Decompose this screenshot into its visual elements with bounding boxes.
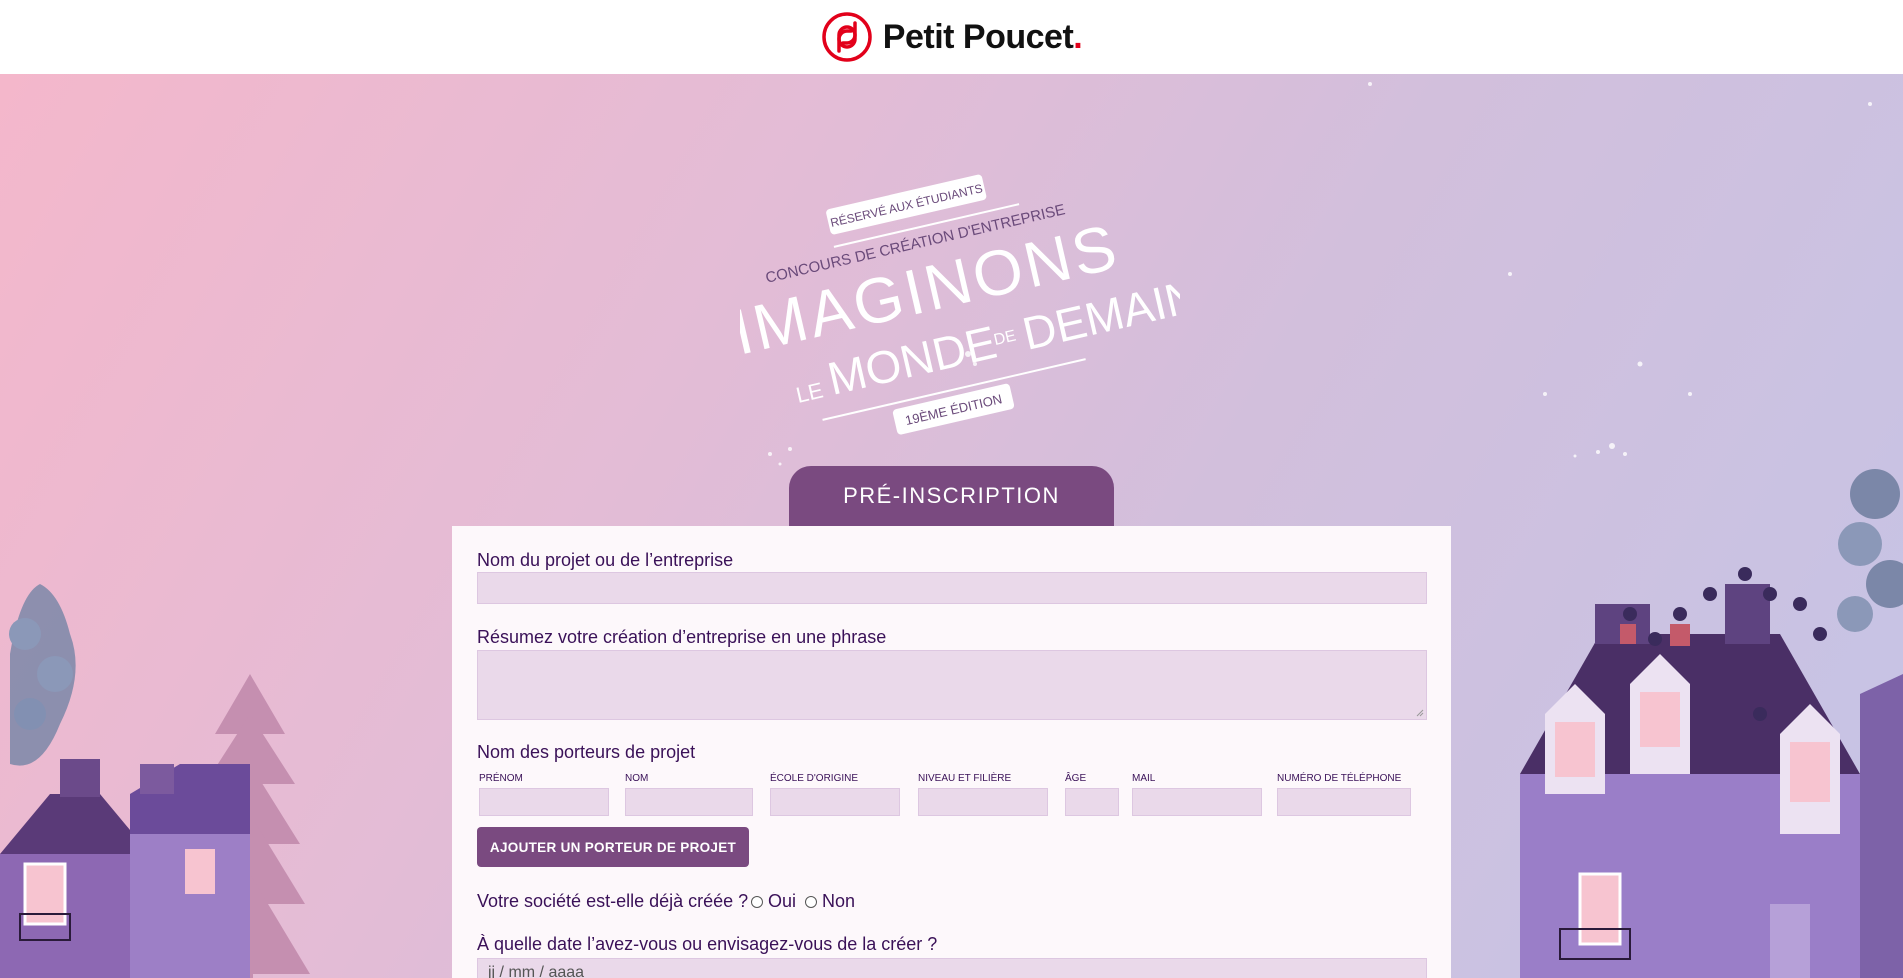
firstname-input[interactable] [479,788,609,816]
level-input[interactable] [918,788,1048,816]
radio-no[interactable] [805,896,817,908]
col-lastname-label: Nom [625,773,649,784]
left-buildings [0,759,250,978]
date-input[interactable]: jj / mm / aaaa [477,958,1427,978]
lastname-input[interactable] [625,788,753,816]
brand-dot: . [1073,17,1083,56]
mail-input[interactable] [1132,788,1262,816]
col-firstname-label: Prénom [479,773,523,784]
summary-label: Résumez votre création d’entreprise en u… [477,627,887,647]
phone-input[interactable] [1277,788,1411,816]
radio-yes[interactable] [751,896,763,908]
company-created-question: Votre société est-elle déjà créée ? [477,891,749,911]
brand-name: Petit Poucet. [882,17,1083,56]
summary-textarea[interactable] [477,650,1427,720]
petit-poucet-logo-icon [822,12,872,62]
col-school-label: École d'origine [770,773,859,784]
date-question: À quelle date l’avez-vous ou envisagez-v… [477,934,938,954]
brand-logo-link[interactable]: Petit Poucet. [821,11,1083,63]
project-name-input[interactable] [477,572,1427,604]
col-phone-label: Numéro de téléphone [1277,773,1402,784]
resize-handle-icon[interactable] [1416,709,1424,717]
contest-emblem: RÉSERVÉ AUX ÉTUDIANTS CONCOURS DE CRÉATI… [740,174,1180,435]
top-bar: Petit Poucet. [0,0,1903,74]
radio-no-label[interactable]: Non [822,891,855,912]
ribbon-edition: 19ÈME ÉDITION [892,383,1015,435]
emblem-title-de: DE [992,327,1017,349]
pre-inscription-tab: PRÉ-INSCRIPTION [789,466,1114,526]
right-leafy-tree [1837,469,1903,632]
emblem-title-le: LE [794,377,826,407]
date-placeholder: jj / mm / aaaa [488,964,585,978]
col-mail-label: Mail [1132,773,1156,784]
project-name-label: Nom du projet ou de l’entreprise [477,550,734,570]
age-input[interactable] [1065,788,1119,816]
hero-section: RÉSERVÉ AUX ÉTUDIANTS CONCOURS DE CRÉATI… [0,74,1903,978]
col-age-label: Âge [1065,773,1087,784]
pre-inscription-form: Nom du projet ou de l’entreprise Résumez… [452,526,1451,978]
holders-label: Nom des porteurs de projet [477,742,696,762]
col-level-label: Niveau et filière [918,773,1012,784]
radio-yes-label[interactable]: Oui [768,891,796,912]
left-leafy-tree [9,584,76,766]
add-holder-button[interactable]: AJOUTER UN PORTEUR DE PROJET [477,827,749,867]
school-input[interactable] [770,788,900,816]
